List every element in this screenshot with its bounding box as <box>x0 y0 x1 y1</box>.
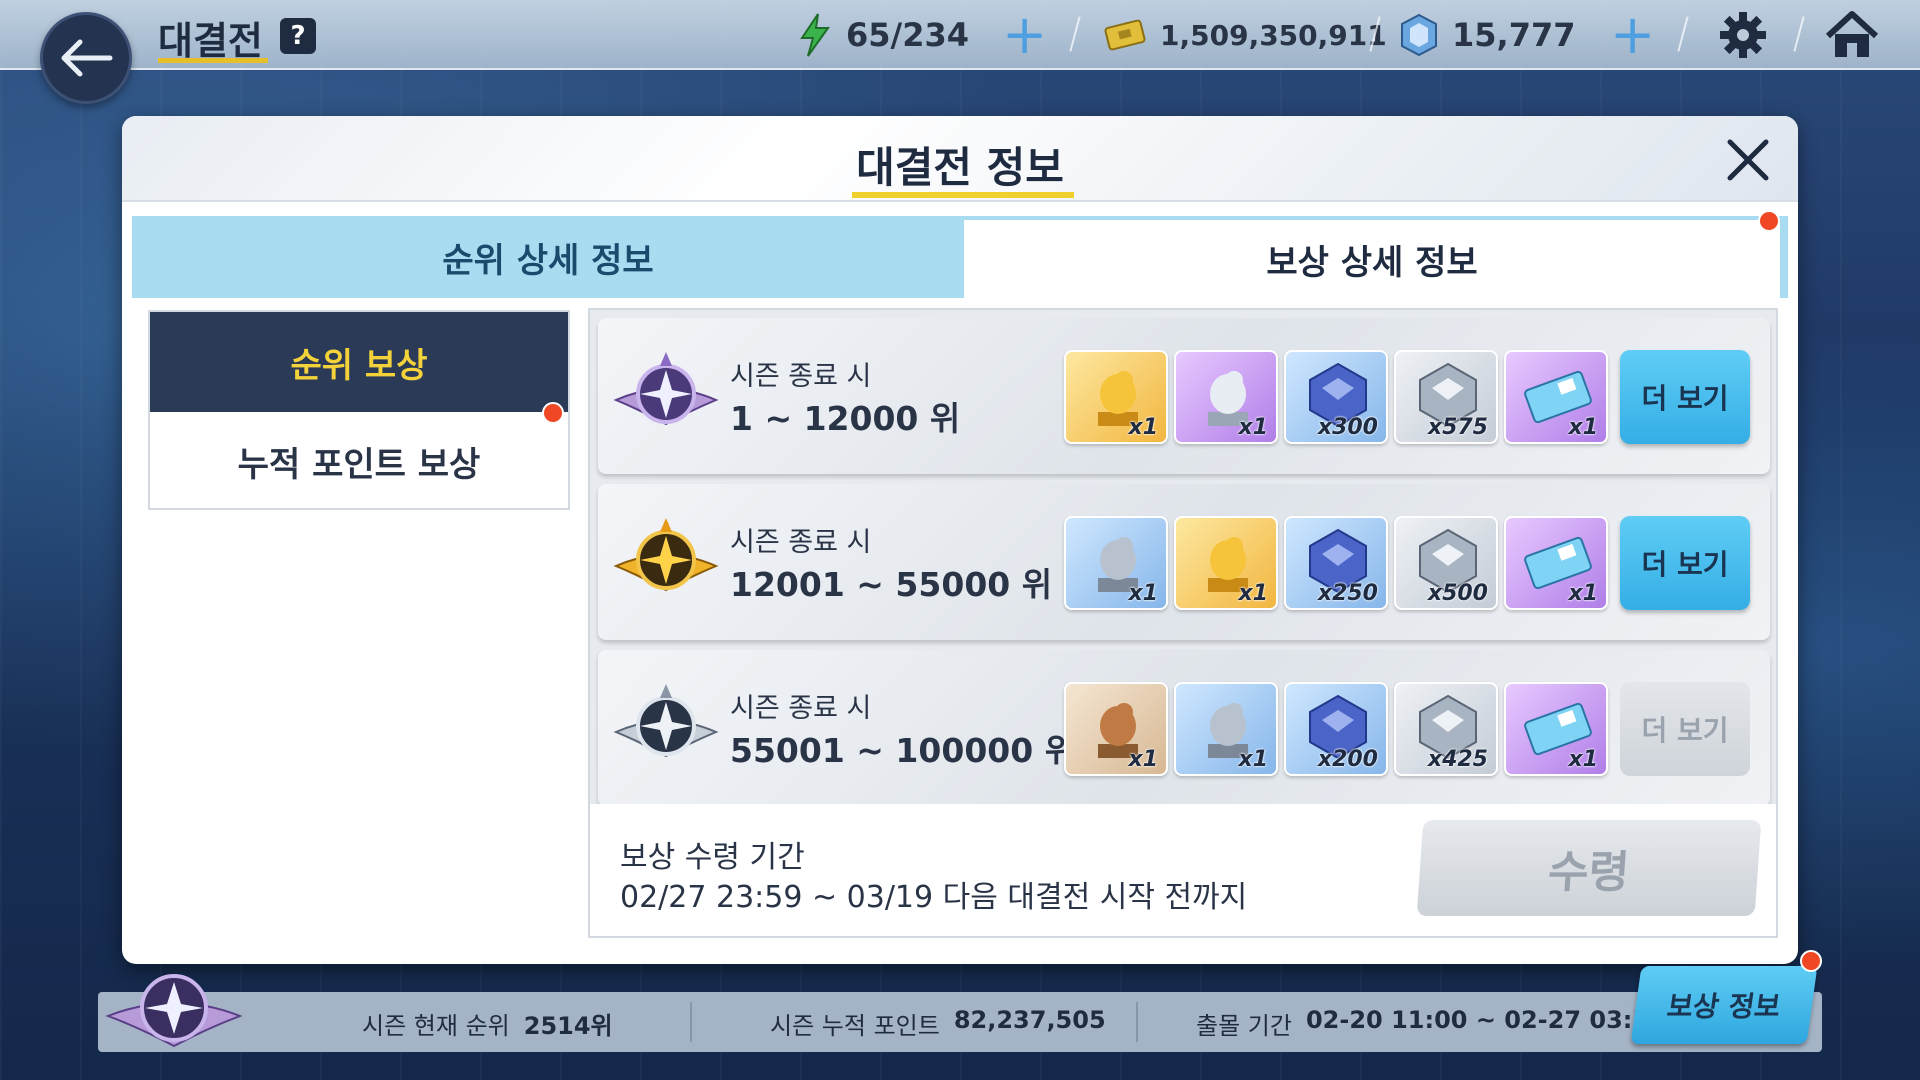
purple-emblem-icon <box>613 352 719 426</box>
reward-item-blue-crystal[interactable]: x200 <box>1284 682 1388 776</box>
tier-caption: 시즌 종료 시 <box>730 527 872 558</box>
reward-item-bronze-trophy[interactable]: x1 <box>1064 682 1168 776</box>
item-quantity: x1 <box>1128 415 1159 440</box>
tab-rank-details[interactable]: 순위 상세 정보 <box>132 216 964 298</box>
item-quantity: x1 <box>1568 581 1599 606</box>
season-points-label: 시즌 누적 포인트 <box>770 1012 940 1040</box>
reward-item-ticket[interactable]: x1 <box>1504 516 1608 610</box>
claim-section: 보상 수령 기간 02/27 23:59 ~ 03/19 다음 대결전 시작 전… <box>590 804 1776 936</box>
appearance-period: 출몰 기간 02-20 11:00 ~ 02-27 03:59 <box>1196 1006 1666 1041</box>
season-rank: 시즌 현재 순위 2514위 <box>362 1006 613 1041</box>
appearance-period-value: 02-20 11:00 ~ 02-27 03:59 <box>1305 1006 1666 1034</box>
more-button[interactable]: 더 보기 <box>1620 516 1750 610</box>
sidebar-item-accumulated-point-reward[interactable]: 누적 포인트 보상 <box>150 412 568 510</box>
reward-item-gold-trophy[interactable]: x1 <box>1174 516 1278 610</box>
sidebar-item-rank-reward[interactable]: 순위 보상 <box>150 312 568 412</box>
claim-button[interactable]: 수령 <box>1416 820 1762 916</box>
modal-title: 대결전 정보 <box>856 143 1064 192</box>
reward-item-gold-trophy[interactable]: x1 <box>1064 350 1168 444</box>
item-quantity: x500 <box>1427 581 1488 606</box>
reward-item-silver-crystal[interactable]: x500 <box>1394 516 1498 610</box>
notification-dot <box>542 402 564 424</box>
divider <box>1136 1002 1138 1042</box>
gold-value: 1,509,350,911 <box>1160 18 1387 52</box>
reward-tier-1: 시즌 종료 시 1 ~ 12000 위 x1 x1 x300 x575 x1 더… <box>598 318 1770 474</box>
battle-info-modal: 대결전 정보 순위 상세 정보 보상 상세 정보 순위 보상 누적 포인트 보상… <box>122 116 1798 964</box>
tier-caption: 시즌 종료 시 <box>730 361 872 392</box>
gold-card-icon <box>1104 19 1146 51</box>
page-title: 대결전 <box>158 19 263 63</box>
home-button[interactable] <box>1824 11 1880 58</box>
more-button[interactable]: 더 보기 <box>1620 350 1750 444</box>
gold-display: 1,509,350,911 <box>1104 12 1387 58</box>
item-quantity: x300 <box>1317 415 1378 440</box>
gem-add-button[interactable]: + <box>1610 8 1655 62</box>
claim-period-value: 02/27 23:59 ~ 03/19 다음 대결전 시작 전까지 <box>620 880 1248 915</box>
divider <box>690 1002 692 1042</box>
info-tabs: 순위 상세 정보 보상 상세 정보 <box>132 210 1788 298</box>
gem-display: 15,777 <box>1400 12 1575 58</box>
item-quantity: x425 <box>1427 747 1488 772</box>
close-icon <box>1727 139 1769 181</box>
season-points: 시즌 누적 포인트 82,237,505 <box>770 1006 1106 1041</box>
home-icon <box>1825 11 1879 57</box>
reward-category-list: 순위 보상 누적 포인트 보상 <box>148 310 570 510</box>
gem-icon <box>1401 13 1437 57</box>
help-button[interactable]: ? <box>280 18 316 54</box>
gem-value: 15,777 <box>1452 16 1576 54</box>
reward-item-blue-crystal[interactable]: x250 <box>1284 516 1388 610</box>
item-quantity: x1 <box>1238 581 1269 606</box>
reward-item-silver-trophy[interactable]: x1 <box>1064 516 1168 610</box>
reward-item-platinum-trophy[interactable]: x1 <box>1174 350 1278 444</box>
back-arrow-icon <box>61 39 113 77</box>
tier-rank-range: 1 ~ 12000 위 <box>730 399 961 438</box>
energy-value: 65/234 <box>846 16 970 54</box>
season-rank-value: 2514위 <box>523 1012 613 1040</box>
tier-rank-range: 55001 ~ 100000 위 <box>730 731 1076 770</box>
energy-add-button[interactable]: + <box>1002 8 1047 62</box>
reward-item-ticket[interactable]: x1 <box>1504 350 1608 444</box>
item-quantity: x1 <box>1568 415 1599 440</box>
item-quantity: x575 <box>1427 415 1488 440</box>
notification-dot <box>1758 210 1780 232</box>
item-quantity: x1 <box>1568 747 1599 772</box>
reward-info-button[interactable]: 보상 정보 <box>1630 966 1818 1044</box>
season-points-value: 82,237,505 <box>953 1006 1106 1034</box>
reward-item-blue-crystal[interactable]: x300 <box>1284 350 1388 444</box>
more-button[interactable]: 더 보기 <box>1620 682 1750 776</box>
season-rank-label: 시즌 현재 순위 <box>362 1012 510 1040</box>
appearance-period-label: 출몰 기간 <box>1196 1012 1292 1040</box>
claim-period-label: 보상 수령 기간 <box>620 840 805 875</box>
tier-caption: 시즌 종료 시 <box>730 693 872 724</box>
tier-rank-range: 12001 ~ 55000 위 <box>730 565 1053 604</box>
gear-icon <box>1720 12 1766 58</box>
silver-emblem-icon <box>613 684 719 758</box>
reward-item-silver-crystal[interactable]: x425 <box>1394 682 1498 776</box>
title-underline <box>158 58 268 63</box>
energy-display: 65/234 <box>798 12 969 58</box>
season-emblem-icon <box>105 974 243 1048</box>
reward-tier-3: 시즌 종료 시 55001 ~ 100000 위 x1 x1 x200 x425… <box>598 650 1770 806</box>
back-button[interactable] <box>40 12 132 104</box>
reward-item-silver-crystal[interactable]: x575 <box>1394 350 1498 444</box>
item-quantity: x200 <box>1317 747 1378 772</box>
notification-dot <box>1800 950 1822 972</box>
item-quantity: x1 <box>1128 747 1159 772</box>
item-quantity: x1 <box>1238 747 1269 772</box>
reward-item-ticket[interactable]: x1 <box>1504 682 1608 776</box>
item-quantity: x250 <box>1317 581 1378 606</box>
settings-button[interactable] <box>1718 12 1768 58</box>
gold-emblem-icon <box>613 518 719 592</box>
tab-reward-details[interactable]: 보상 상세 정보 <box>964 216 1788 298</box>
item-quantity: x1 <box>1238 415 1269 440</box>
reward-item-silver-trophy[interactable]: x1 <box>1174 682 1278 776</box>
lightning-icon <box>800 13 830 57</box>
reward-content: 시즌 종료 시 1 ~ 12000 위 x1 x1 x300 x575 x1 더… <box>588 308 1778 938</box>
reward-tier-2: 시즌 종료 시 12001 ~ 55000 위 x1 x1 x250 x500 … <box>598 484 1770 640</box>
close-button[interactable] <box>1722 134 1774 186</box>
item-quantity: x1 <box>1128 581 1159 606</box>
modal-title-underline <box>852 192 1074 198</box>
